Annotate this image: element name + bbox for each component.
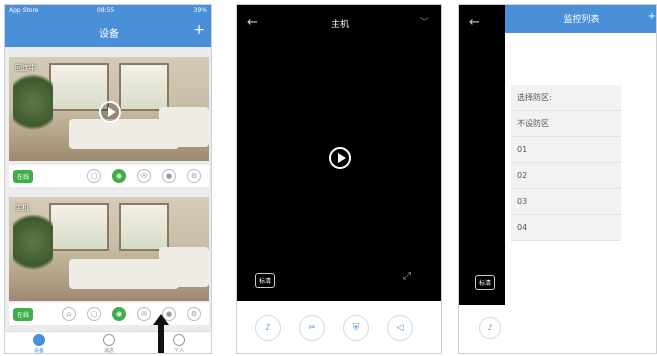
page-title: 设备 [99, 29, 119, 40]
status-bar: App Store 08:55 39% [5, 5, 211, 17]
clock-text: 08:55 [97, 7, 115, 14]
play-icon[interactable] [329, 147, 351, 169]
mic-icon[interactable]: ♪ [255, 315, 281, 341]
lock-icon[interactable]: ▢ [87, 169, 101, 183]
arm-icon[interactable]: ◉ [112, 307, 126, 321]
scissors-icon[interactable]: ✂ [299, 315, 325, 341]
quality-button[interactable]: 标清 [255, 273, 276, 288]
add-device-button[interactable]: + [193, 22, 205, 38]
camera-toolbar-2: 在线 ⌂ ▢ ◉ ✉ ● ⚙ [9, 303, 209, 325]
zone-header: 选择防区: [511, 85, 621, 111]
monitor-list-screen: ← 标清 监控列表 + 选择防区: 不设防区 01 02 03 04 ♪ [458, 4, 657, 354]
tab-label: 个人 [173, 348, 184, 354]
device-tab-icon [33, 334, 45, 346]
list-item[interactable]: 03 [511, 189, 621, 215]
lock-icon[interactable]: ▢ [87, 307, 101, 321]
pointer-arrow [153, 314, 169, 353]
play-icon[interactable] [99, 101, 121, 123]
record-icon[interactable]: ● [162, 169, 176, 183]
list-item[interactable]: 不设防区 [511, 111, 621, 137]
tab-label: 设备 [33, 348, 44, 354]
camera-preview-1[interactable]: 回连中 [9, 57, 209, 161]
tab-messages[interactable]: 消息 [89, 334, 129, 354]
camera-name: 回连中 [15, 64, 36, 72]
video-area: ← 标清 [459, 5, 505, 305]
room-image [9, 197, 209, 301]
device-list-screen: App Store 08:55 39% 设备 + 回连中 在线 ▢ ◉ ✉ ● … [4, 4, 212, 354]
message-tab-icon [103, 334, 115, 346]
add-button[interactable]: + [648, 11, 656, 22]
carrier-text: App Store [9, 7, 39, 14]
fullscreen-icon[interactable]: ⤢ [403, 271, 411, 282]
camera-toolbar-1: 在线 ▢ ◉ ✉ ● ⚙ [9, 165, 209, 187]
panel-title: 监控列表 [563, 15, 600, 25]
list-item[interactable]: 02 [511, 163, 621, 189]
tab-label: 消息 [103, 348, 114, 354]
page-title: 主机 [330, 20, 349, 30]
quality-button[interactable]: 标清 [475, 275, 496, 290]
tab-bar: 设备 消息 个人 [5, 331, 211, 354]
settings-icon[interactable]: ⚙ [187, 307, 201, 321]
message-icon[interactable]: ✉ [137, 307, 151, 321]
mic-icon[interactable]: ♪ [479, 317, 501, 339]
arm-icon[interactable]: ◉ [112, 169, 126, 183]
message-icon[interactable]: ✉ [137, 169, 151, 183]
live-view-screen: ← 主机 ﹀ 标清 ⤢ ♪ ✂ ⛨ ◁ [236, 4, 442, 354]
camera-preview-2[interactable]: 主机 [9, 197, 209, 301]
shield-icon[interactable]: ⛨ [343, 315, 369, 341]
list-item[interactable]: 01 [511, 137, 621, 163]
zone-list: 选择防区: 不设防区 01 02 03 04 [511, 85, 621, 241]
camera-name: 主机 [15, 204, 29, 212]
chevron-down-icon[interactable]: ﹀ [420, 15, 429, 28]
profile-tab-icon [173, 334, 185, 346]
nav-bar: 设备 + [5, 17, 211, 47]
tab-profile[interactable]: 个人 [159, 334, 199, 354]
tab-devices[interactable]: 设备 [19, 334, 59, 354]
settings-icon[interactable]: ⚙ [187, 169, 201, 183]
list-item[interactable]: 04 [511, 215, 621, 241]
online-badge: 在线 [13, 308, 34, 321]
home-icon[interactable]: ⌂ [62, 307, 76, 321]
panel-header: 监控列表 + [505, 5, 656, 33]
control-bar: ♪ ✂ ⛨ ◁ [237, 301, 441, 353]
back-icon[interactable]: ← [469, 15, 480, 30]
speaker-icon[interactable]: ◁ [387, 315, 413, 341]
online-badge: 在线 [13, 170, 34, 183]
battery-text: 39% [193, 7, 207, 14]
